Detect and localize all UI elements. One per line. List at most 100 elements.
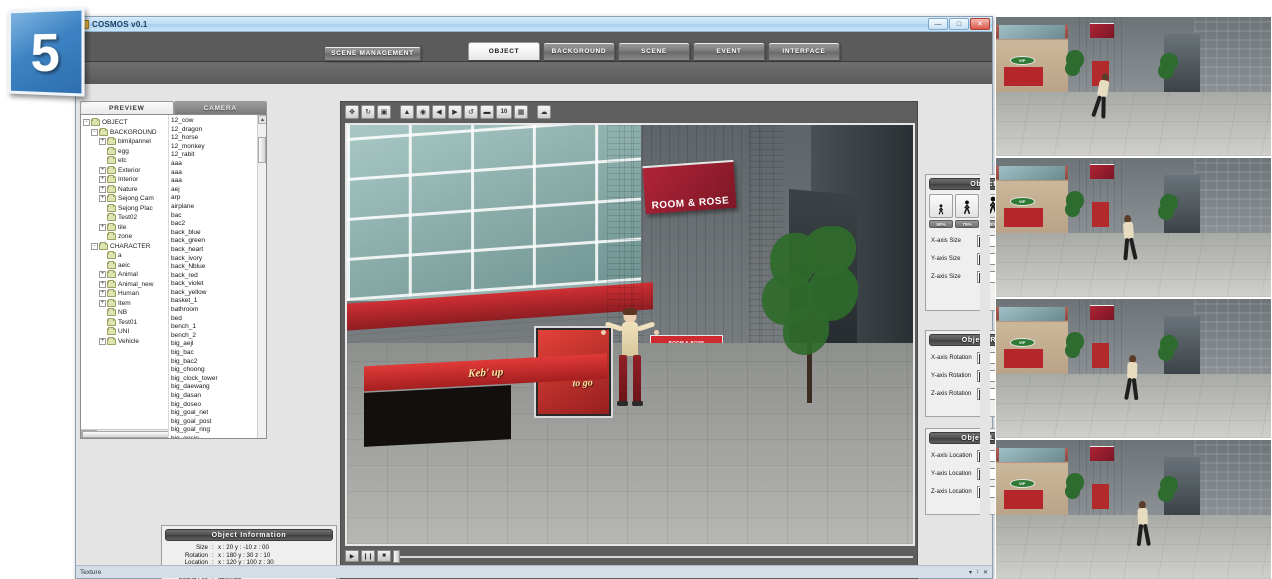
3d-viewport[interactable]: ROOM & ROSE ROOM & ROSE Keb' up to go: [345, 123, 915, 546]
tree-node-uni[interactable]: UNI: [83, 327, 167, 337]
right-panel-scrollbar[interactable]: [980, 101, 990, 562]
collapse-icon[interactable]: -: [91, 242, 98, 250]
asset-list-item[interactable]: big_goal_net: [171, 409, 266, 418]
expand-icon[interactable]: +: [99, 185, 106, 193]
asset-list-item[interactable]: big_aejl: [171, 340, 266, 349]
tree-horizontal-scrollbar[interactable]: ◀ ▶: [81, 429, 168, 438]
asset-list-item[interactable]: 12_horse: [171, 134, 266, 143]
asset-list-item[interactable]: back_Nblue: [171, 263, 266, 272]
tab-scene[interactable]: SCENE: [618, 42, 690, 60]
close-button[interactable]: ✕: [970, 18, 990, 30]
asset-list-item[interactable]: airplane: [171, 203, 266, 212]
asset-list-item[interactable]: big_daewang: [171, 383, 266, 392]
collapse-icon[interactable]: -: [83, 119, 90, 127]
thumbnail-2[interactable]: VIP: [995, 157, 1272, 298]
thumbnail-1[interactable]: VIP: [995, 16, 1272, 157]
asset-list-item[interactable]: big_bac: [171, 349, 266, 358]
tree-node-bimilpannel[interactable]: + bimilpannel: [83, 137, 167, 147]
expand-icon[interactable]: +: [99, 223, 106, 231]
asset-list-item[interactable]: bench_2: [171, 332, 266, 341]
timeline-thumb[interactable]: [393, 550, 400, 563]
asset-list-item[interactable]: bac: [171, 212, 266, 221]
scene-character[interactable]: [601, 308, 659, 439]
scene-management-button[interactable]: SCENE MANAGEMENT: [324, 46, 421, 61]
expand-icon[interactable]: +: [99, 138, 106, 146]
expand-icon[interactable]: +: [99, 337, 106, 345]
asset-list-item[interactable]: 12_rabit: [171, 151, 266, 160]
tree-node-test01[interactable]: Test01: [83, 317, 167, 328]
tree-node-nb[interactable]: NB: [83, 308, 167, 318]
asset-list-item[interactable]: 12_cow: [171, 117, 266, 126]
tab-object[interactable]: OBJECT: [468, 42, 540, 60]
tab-preview[interactable]: PREVIEW: [80, 101, 174, 114]
minimize-button[interactable]: —: [928, 18, 948, 30]
expand-icon[interactable]: +: [99, 195, 106, 203]
list-scroll-thumb[interactable]: [258, 137, 266, 163]
list-vertical-scrollbar[interactable]: ▲: [257, 115, 266, 438]
expand-icon[interactable]: +: [99, 271, 106, 279]
asset-list-item[interactable]: back_ivory: [171, 255, 266, 264]
asset-list-item[interactable]: 12_monkey: [171, 143, 266, 152]
wireframe-icon[interactable]: ▦: [514, 105, 528, 119]
asset-list-item[interactable]: big_gosin: [171, 435, 266, 438]
tree-node-exterior[interactable]: + Exterior: [83, 165, 167, 176]
status-close-icon[interactable]: ✕: [983, 569, 988, 576]
light-icon[interactable]: ▲: [400, 105, 414, 119]
stop-button[interactable]: ■: [377, 550, 391, 562]
asset-list-item[interactable]: big_clock_tower: [171, 375, 266, 384]
move-icon[interactable]: ✥: [345, 105, 359, 119]
asset-list-item[interactable]: aej: [171, 186, 266, 195]
status-dropdown-icon[interactable]: ▾: [969, 569, 972, 576]
asset-list-item[interactable]: bac2: [171, 220, 266, 229]
next-frame-icon[interactable]: ▶: [448, 105, 462, 119]
asset-list-item[interactable]: back_yellow: [171, 289, 266, 298]
tree-node-character[interactable]: - CHARACTER: [83, 241, 167, 252]
asset-list-item[interactable]: bathroom: [171, 306, 266, 315]
asset-list-item[interactable]: aaa: [171, 169, 266, 178]
asset-tree-column[interactable]: - OBJECT - BACKGROUND + bimilpannel egg etc + Ext…: [81, 115, 169, 438]
asset-list-item[interactable]: basket_1: [171, 297, 266, 306]
tab-camera[interactable]: CAMERA: [173, 101, 267, 114]
asset-list-item[interactable]: back_blue: [171, 229, 266, 238]
collapse-icon[interactable]: -: [91, 128, 98, 136]
frame-step-10-button[interactable]: 10: [496, 105, 512, 119]
tree-node-aeic[interactable]: aeic: [83, 260, 167, 271]
tree-node-interior[interactable]: + Interior: [83, 175, 167, 185]
thumbnail-3[interactable]: VIP: [995, 298, 1272, 439]
tree-node-animal[interactable]: + Animal: [83, 270, 167, 280]
asset-list-item[interactable]: back_green: [171, 237, 266, 246]
tree-node-background[interactable]: - BACKGROUND: [83, 127, 167, 138]
asset-list-item[interactable]: back_violet: [171, 280, 266, 289]
tree-node-sejong-cam[interactable]: + Sejong Cam: [83, 194, 167, 204]
tree-node-animal-new[interactable]: + Animal_new: [83, 279, 167, 290]
tree-node-item[interactable]: + Item: [83, 298, 167, 309]
tree-node-egg[interactable]: egg: [83, 146, 167, 157]
tree-node-human[interactable]: + Human: [83, 289, 167, 299]
pause-button[interactable]: ❙❙: [361, 550, 375, 562]
tree-node-a[interactable]: a: [83, 251, 167, 261]
size-preset-75[interactable]: 75%: [955, 194, 979, 228]
asset-list-item[interactable]: aaa: [171, 177, 266, 186]
asset-file-list-column[interactable]: 12_cow 12_dragon 12_horse 12_monkey 12_rabit…: [169, 115, 266, 438]
expand-icon[interactable]: +: [99, 280, 106, 288]
asset-list-item[interactable]: arp: [171, 194, 266, 203]
asset-list-item[interactable]: big_choong: [171, 366, 266, 375]
rotate-icon[interactable]: ↻: [361, 105, 375, 119]
grid-icon[interactable]: ▬: [480, 105, 494, 119]
asset-list-item[interactable]: back_heart: [171, 246, 266, 255]
tree-node-nature[interactable]: + Nature: [83, 184, 167, 195]
size-preset-50[interactable]: 50%: [929, 194, 953, 228]
scale-icon[interactable]: ▣: [377, 105, 391, 119]
asset-list-item[interactable]: aaa: [171, 160, 266, 169]
asset-list-item[interactable]: big_goal_ring: [171, 426, 266, 435]
status-resize-icon[interactable]: ↕: [976, 569, 979, 576]
play-button[interactable]: ▶: [345, 550, 359, 562]
tree-node-object[interactable]: - OBJECT: [83, 118, 167, 128]
tree-node-etc[interactable]: etc: [83, 156, 167, 166]
asset-list-item[interactable]: bench_1: [171, 323, 266, 332]
tree-node-tile[interactable]: + tile: [83, 222, 167, 233]
tree-node-zone[interactable]: zone: [83, 232, 167, 242]
tab-interface[interactable]: INTERFACE: [768, 42, 840, 60]
asset-list-item[interactable]: big_bac2: [171, 358, 266, 367]
scroll-up-arrow-icon[interactable]: ▲: [258, 115, 266, 124]
